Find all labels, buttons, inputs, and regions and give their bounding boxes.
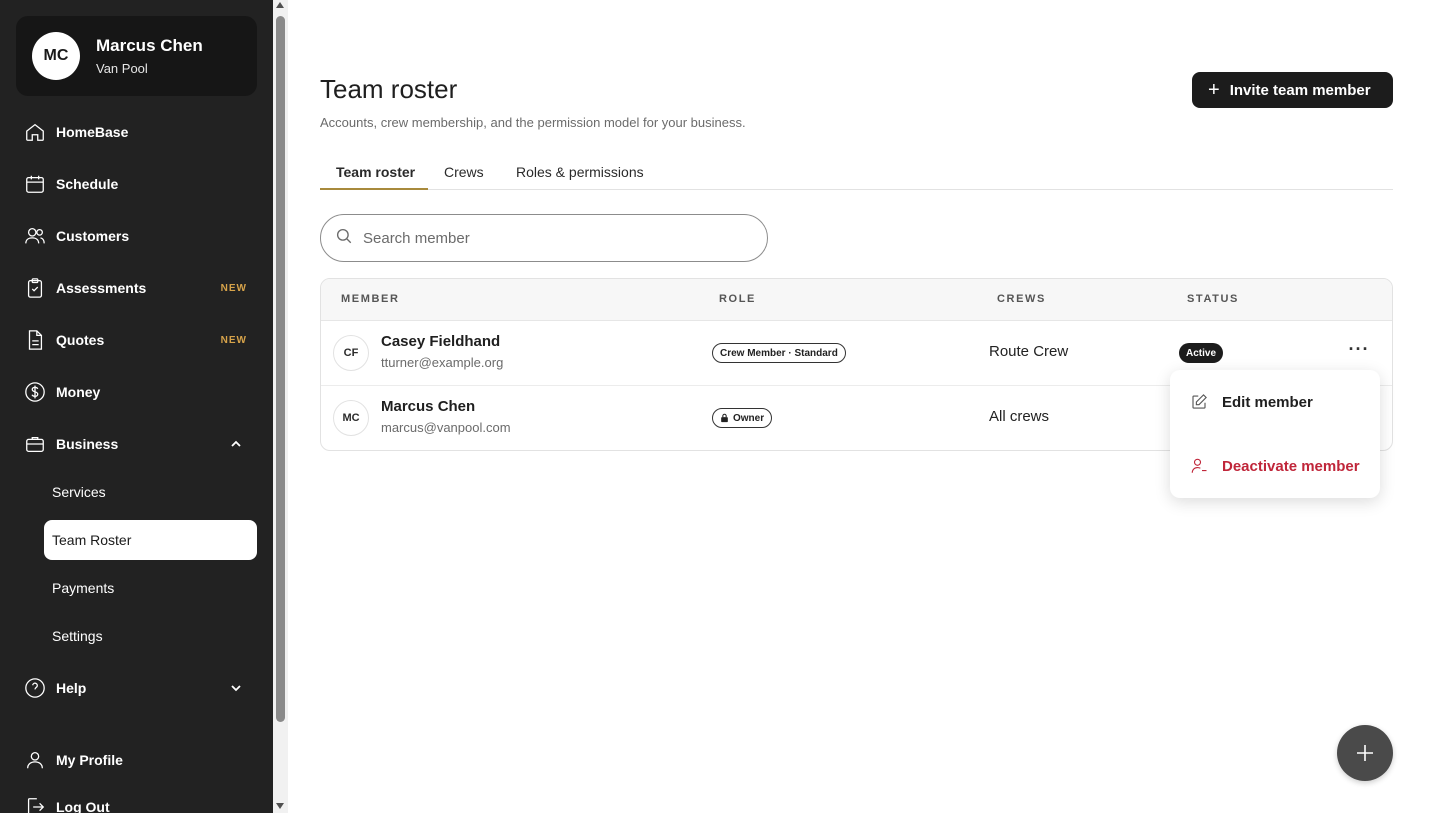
member-name: Casey Fieldhand [381,333,501,350]
member-crews: Route Crew [989,343,1069,360]
invite-button-label: Invite team member [1229,81,1371,99]
search-box [320,214,768,262]
sidebar-subitem-label: Services [52,484,106,500]
user-minus-icon [1191,458,1207,473]
search-input[interactable] [363,229,743,247]
avatar: CF [333,335,369,371]
chevron-up-icon[interactable] [229,437,243,451]
add-fab-button[interactable] [1337,725,1393,781]
tab-roles-permissions[interactable]: Roles & permissions [516,157,644,190]
role-badge: Crew Member · Standard [712,343,846,363]
sidebar-subitem-label: Team Roster [52,532,132,548]
sidebar-item-my-profile[interactable]: My Profile [24,742,257,778]
sidebar-item-label: Schedule [56,176,119,192]
sidebar-item-money[interactable]: Money [24,374,257,410]
tab-label: Team roster [336,164,416,180]
tab-label: Crews [444,164,484,180]
column-header-role: ROLE [719,293,756,305]
sidebar-item-help[interactable]: Help [24,670,257,706]
scroll-thumb[interactable] [276,16,285,722]
clipboard-check-icon [24,277,46,299]
sidebar-item-customers[interactable]: Customers [24,218,257,254]
sidebar: MC Marcus Chen Van Pool HomeBase Schedul… [0,0,273,813]
user-icon [24,749,46,771]
column-header-crews: CREWS [997,293,1046,305]
new-badge: NEW [220,334,247,346]
sidebar-item-label: Log Out [56,799,110,813]
tab-bar: Team roster Crews Roles & permissions [320,157,1393,190]
tab-crews[interactable]: Crews [444,157,484,190]
scroll-up-arrow[interactable] [276,2,284,8]
sidebar-item-quotes[interactable]: Quotes NEW [24,322,257,358]
edit-icon [1192,394,1207,409]
sidebar-item-label: Quotes [56,332,105,348]
role-label: Owner [733,412,765,424]
profile-name: Marcus Chen [96,36,203,55]
search-icon [335,227,353,250]
sidebar-subitem-payments[interactable]: Payments [44,568,257,608]
plus-icon [1357,745,1373,761]
sidebar-item-label: Business [56,436,119,452]
briefcase-icon [24,433,46,455]
page-subtitle: Accounts, crew membership, and the permi… [320,115,746,130]
tab-label: Roles & permissions [516,164,644,180]
deactivate-member-menu-item[interactable]: Deactivate member [1170,444,1380,488]
sidebar-item-homebase[interactable]: HomeBase [24,114,257,150]
calendar-icon [24,173,46,195]
sidebar-item-business[interactable]: Business [24,426,257,462]
tab-team-roster[interactable]: Team roster [320,157,428,190]
table-header: MEMBER ROLE CREWS STATUS [321,279,1392,321]
sidebar-item-label: Assessments [56,280,147,296]
sidebar-item-log-out[interactable]: Log Out [24,789,257,813]
page-title: Team roster [320,74,458,104]
scroll-down-arrow[interactable] [276,803,284,809]
member-crews: All crews [989,408,1050,425]
sidebar-item-schedule[interactable]: Schedule [24,166,257,202]
menu-item-label: Deactivate member [1222,457,1360,475]
column-header-member: MEMBER [341,293,400,305]
sidebar-item-label: My Profile [56,752,123,768]
profile-card[interactable]: MC Marcus Chen Van Pool [16,16,257,96]
sidebar-item-label: HomeBase [56,124,129,140]
sidebar-item-label: Help [56,680,87,696]
menu-item-label: Edit member [1222,393,1313,411]
member-email: tturner@example.org [381,355,504,370]
sidebar-item-assessments[interactable]: Assessments NEW [24,270,257,306]
sidebar-item-label: Customers [56,228,130,244]
more-options-icon[interactable]: ··· [1347,339,1371,359]
profile-org: Van Pool [96,61,148,76]
chevron-down-icon[interactable] [229,681,243,695]
home-icon [24,121,46,143]
member-email: marcus@vanpool.com [381,420,511,435]
sidebar-subitem-services[interactable]: Services [44,472,257,512]
sidebar-scrollbar[interactable] [273,0,288,813]
sidebar-subitem-label: Payments [52,580,115,596]
help-circle-icon [24,677,46,699]
edit-member-menu-item[interactable]: Edit member [1170,380,1380,424]
new-badge: NEW [220,282,247,294]
invite-team-member-button[interactable]: + Invite team member [1192,72,1393,108]
avatar: MC [333,400,369,436]
member-name: Marcus Chen [381,398,476,415]
sidebar-item-label: Money [56,384,101,400]
users-icon [24,225,46,247]
plus-icon: + [1208,79,1220,101]
status-badge: Active [1179,343,1224,363]
avatar: MC [32,32,80,80]
dollar-circle-icon [24,381,46,403]
sidebar-subitem-settings[interactable]: Settings [44,616,257,656]
column-header-status: STATUS [1187,293,1239,305]
role-label: Crew Member · Standard [720,347,838,359]
role-badge: Owner [712,408,773,428]
logout-icon [24,796,46,813]
sidebar-subitem-label: Settings [52,628,103,644]
row-actions-menu: Edit member Deactivate member [1170,370,1380,498]
sidebar-subitem-team-roster[interactable]: Team Roster [44,520,257,560]
lock-icon [721,413,728,423]
document-icon [24,329,46,351]
